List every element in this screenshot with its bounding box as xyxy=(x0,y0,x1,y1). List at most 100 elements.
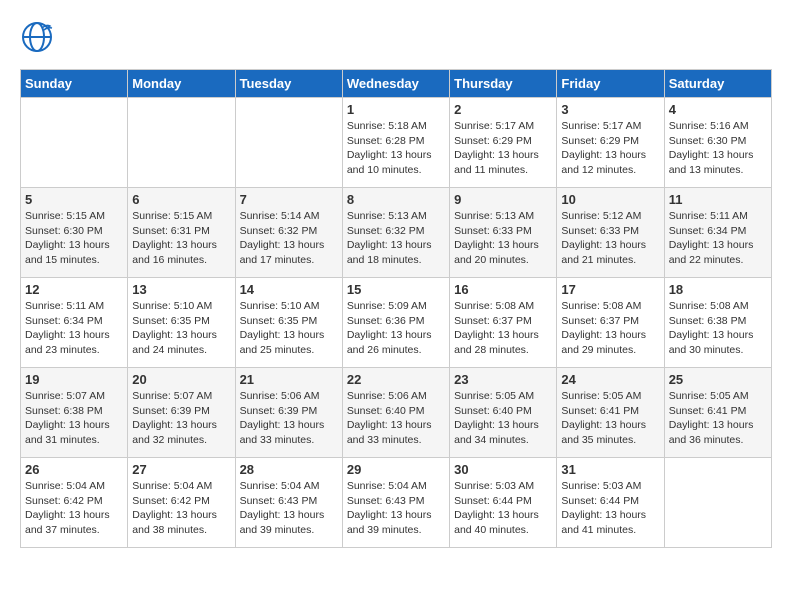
day-detail: Sunrise: 5:17 AM Sunset: 6:29 PM Dayligh… xyxy=(454,119,552,178)
header-sunday: Sunday xyxy=(21,70,128,98)
day-detail: Sunrise: 5:10 AM Sunset: 6:35 PM Dayligh… xyxy=(240,299,338,358)
day-number: 22 xyxy=(347,372,445,387)
day-number: 13 xyxy=(132,282,230,297)
week-row-1: 5 Sunrise: 5:15 AM Sunset: 6:30 PM Daylig… xyxy=(21,188,772,278)
day-number: 21 xyxy=(240,372,338,387)
day-detail: Sunrise: 5:14 AM Sunset: 6:32 PM Dayligh… xyxy=(240,209,338,268)
day-cell: 26 Sunrise: 5:04 AM Sunset: 6:42 PM Dayli… xyxy=(21,458,128,548)
day-number: 18 xyxy=(669,282,767,297)
day-detail: Sunrise: 5:11 AM Sunset: 6:34 PM Dayligh… xyxy=(25,299,123,358)
day-detail: Sunrise: 5:06 AM Sunset: 6:39 PM Dayligh… xyxy=(240,389,338,448)
day-cell: 11 Sunrise: 5:11 AM Sunset: 6:34 PM Dayli… xyxy=(664,188,771,278)
day-detail: Sunrise: 5:04 AM Sunset: 6:42 PM Dayligh… xyxy=(132,479,230,538)
day-cell: 9 Sunrise: 5:13 AM Sunset: 6:33 PM Daylig… xyxy=(450,188,557,278)
day-cell: 20 Sunrise: 5:07 AM Sunset: 6:39 PM Dayli… xyxy=(128,368,235,458)
day-number: 26 xyxy=(25,462,123,477)
day-cell: 8 Sunrise: 5:13 AM Sunset: 6:32 PM Daylig… xyxy=(342,188,449,278)
day-number: 16 xyxy=(454,282,552,297)
day-number: 31 xyxy=(561,462,659,477)
day-cell: 28 Sunrise: 5:04 AM Sunset: 6:43 PM Dayli… xyxy=(235,458,342,548)
day-cell xyxy=(235,98,342,188)
header-wednesday: Wednesday xyxy=(342,70,449,98)
day-cell: 30Sunrise: 5:03 AM Sunset: 6:44 PM Dayli… xyxy=(450,458,557,548)
day-detail: Sunrise: 5:04 AM Sunset: 6:42 PM Dayligh… xyxy=(25,479,123,538)
day-cell: 14 Sunrise: 5:10 AM Sunset: 6:35 PM Dayli… xyxy=(235,278,342,368)
day-detail: Sunrise: 5:15 AM Sunset: 6:31 PM Dayligh… xyxy=(132,209,230,268)
day-number: 4 xyxy=(669,102,767,117)
day-detail: Sunrise: 5:11 AM Sunset: 6:34 PM Dayligh… xyxy=(669,209,767,268)
day-detail: Sunrise: 5:12 AM Sunset: 6:33 PM Dayligh… xyxy=(561,209,659,268)
day-cell: 5 Sunrise: 5:15 AM Sunset: 6:30 PM Daylig… xyxy=(21,188,128,278)
header xyxy=(20,20,772,59)
day-number: 3 xyxy=(561,102,659,117)
day-number: 9 xyxy=(454,192,552,207)
day-cell: 12 Sunrise: 5:11 AM Sunset: 6:34 PM Dayli… xyxy=(21,278,128,368)
day-detail: Sunrise: 5:09 AM Sunset: 6:36 PM Dayligh… xyxy=(347,299,445,358)
day-number: 10 xyxy=(561,192,659,207)
day-detail: Sunrise: 5:18 AM Sunset: 6:28 PM Dayligh… xyxy=(347,119,445,178)
day-detail: Sunrise: 5:04 AM Sunset: 6:43 PM Dayligh… xyxy=(240,479,338,538)
day-number: 20 xyxy=(132,372,230,387)
day-number: 23 xyxy=(454,372,552,387)
day-detail: Sunrise: 5:15 AM Sunset: 6:30 PM Dayligh… xyxy=(25,209,123,268)
day-detail: Sunrise: 5:10 AM Sunset: 6:35 PM Dayligh… xyxy=(132,299,230,358)
day-number: 1 xyxy=(347,102,445,117)
day-number: 30 xyxy=(454,462,552,477)
day-number: 25 xyxy=(669,372,767,387)
day-number: 28 xyxy=(240,462,338,477)
day-detail: Sunrise: 5:16 AM Sunset: 6:30 PM Dayligh… xyxy=(669,119,767,178)
day-cell: 22 Sunrise: 5:06 AM Sunset: 6:40 PM Dayli… xyxy=(342,368,449,458)
calendar-body: 1 Sunrise: 5:18 AM Sunset: 6:28 PM Daylig… xyxy=(21,98,772,548)
week-row-2: 12 Sunrise: 5:11 AM Sunset: 6:34 PM Dayli… xyxy=(21,278,772,368)
day-cell: 19 Sunrise: 5:07 AM Sunset: 6:38 PM Dayli… xyxy=(21,368,128,458)
week-row-0: 1 Sunrise: 5:18 AM Sunset: 6:28 PM Daylig… xyxy=(21,98,772,188)
header-friday: Friday xyxy=(557,70,664,98)
day-number: 29 xyxy=(347,462,445,477)
day-cell: 15 Sunrise: 5:09 AM Sunset: 6:36 PM Dayli… xyxy=(342,278,449,368)
day-detail: Sunrise: 5:08 AM Sunset: 6:37 PM Dayligh… xyxy=(561,299,659,358)
day-detail: Sunrise: 5:13 AM Sunset: 6:33 PM Dayligh… xyxy=(454,209,552,268)
day-detail: Sunrise: 5:05 AM Sunset: 6:40 PM Dayligh… xyxy=(454,389,552,448)
day-cell xyxy=(21,98,128,188)
day-detail: Sunrise: 5:07 AM Sunset: 6:39 PM Dayligh… xyxy=(132,389,230,448)
day-cell: 24Sunrise: 5:05 AM Sunset: 6:41 PM Dayli… xyxy=(557,368,664,458)
day-number: 15 xyxy=(347,282,445,297)
day-number: 5 xyxy=(25,192,123,207)
day-detail: Sunrise: 5:06 AM Sunset: 6:40 PM Dayligh… xyxy=(347,389,445,448)
day-number: 19 xyxy=(25,372,123,387)
day-cell: 7 Sunrise: 5:14 AM Sunset: 6:32 PM Daylig… xyxy=(235,188,342,278)
header-monday: Monday xyxy=(128,70,235,98)
day-cell: 17 Sunrise: 5:08 AM Sunset: 6:37 PM Dayli… xyxy=(557,278,664,368)
day-cell: 31Sunrise: 5:03 AM Sunset: 6:44 PM Dayli… xyxy=(557,458,664,548)
week-row-4: 26 Sunrise: 5:04 AM Sunset: 6:42 PM Dayli… xyxy=(21,458,772,548)
day-detail: Sunrise: 5:13 AM Sunset: 6:32 PM Dayligh… xyxy=(347,209,445,268)
day-cell: 2 Sunrise: 5:17 AM Sunset: 6:29 PM Daylig… xyxy=(450,98,557,188)
day-number: 11 xyxy=(669,192,767,207)
day-number: 7 xyxy=(240,192,338,207)
header-thursday: Thursday xyxy=(450,70,557,98)
day-cell: 18Sunrise: 5:08 AM Sunset: 6:38 PM Dayli… xyxy=(664,278,771,368)
week-row-3: 19 Sunrise: 5:07 AM Sunset: 6:38 PM Dayli… xyxy=(21,368,772,458)
day-number: 12 xyxy=(25,282,123,297)
header-saturday: Saturday xyxy=(664,70,771,98)
day-number: 6 xyxy=(132,192,230,207)
day-detail: Sunrise: 5:05 AM Sunset: 6:41 PM Dayligh… xyxy=(669,389,767,448)
day-cell: 6 Sunrise: 5:15 AM Sunset: 6:31 PM Daylig… xyxy=(128,188,235,278)
day-number: 17 xyxy=(561,282,659,297)
day-cell: 25 Sunrise: 5:05 AM Sunset: 6:41 PM Dayli… xyxy=(664,368,771,458)
day-detail: Sunrise: 5:17 AM Sunset: 6:29 PM Dayligh… xyxy=(561,119,659,178)
day-detail: Sunrise: 5:07 AM Sunset: 6:38 PM Dayligh… xyxy=(25,389,123,448)
day-number: 8 xyxy=(347,192,445,207)
day-cell xyxy=(128,98,235,188)
day-number: 2 xyxy=(454,102,552,117)
day-cell: 29Sunrise: 5:04 AM Sunset: 6:43 PM Dayli… xyxy=(342,458,449,548)
day-cell: 23 Sunrise: 5:05 AM Sunset: 6:40 PM Dayli… xyxy=(450,368,557,458)
day-cell: 16Sunrise: 5:08 AM Sunset: 6:37 PM Dayli… xyxy=(450,278,557,368)
day-number: 24 xyxy=(561,372,659,387)
day-number: 14 xyxy=(240,282,338,297)
header-tuesday: Tuesday xyxy=(235,70,342,98)
logo-icon xyxy=(20,20,54,54)
day-cell: 3 Sunrise: 5:17 AM Sunset: 6:29 PM Daylig… xyxy=(557,98,664,188)
day-cell: 27Sunrise: 5:04 AM Sunset: 6:42 PM Dayli… xyxy=(128,458,235,548)
day-cell: 1 Sunrise: 5:18 AM Sunset: 6:28 PM Daylig… xyxy=(342,98,449,188)
